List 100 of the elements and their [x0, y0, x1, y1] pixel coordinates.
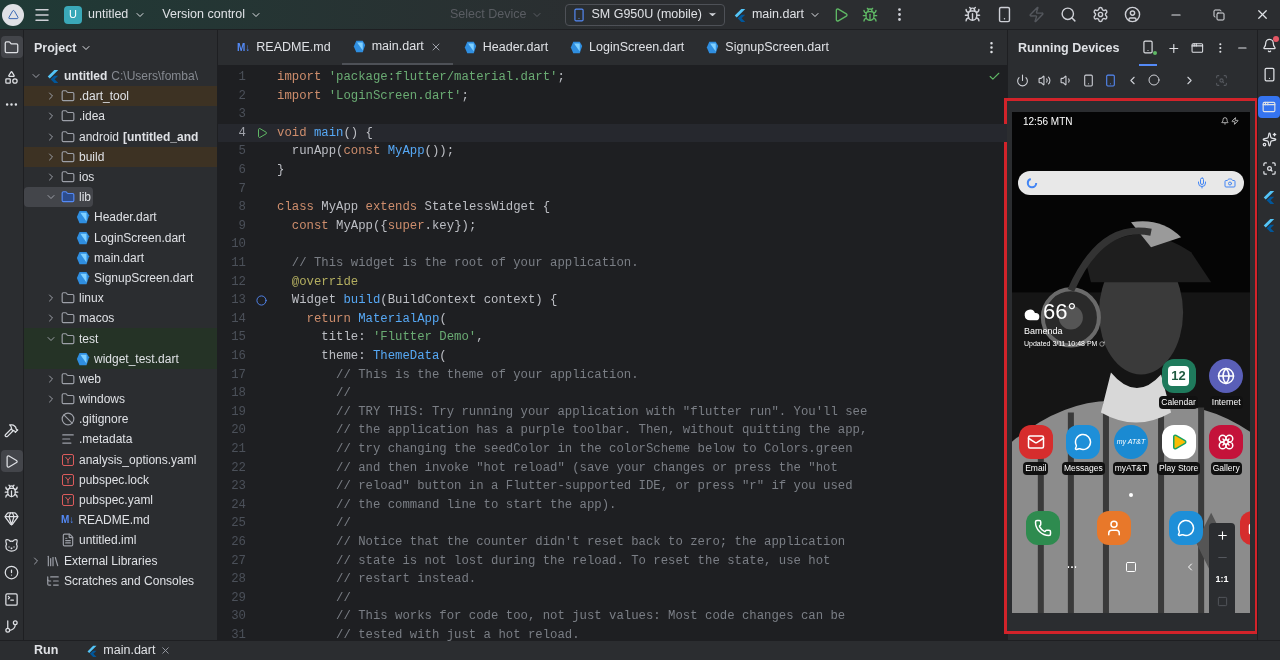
tree-item[interactable]: ios — [24, 166, 97, 188]
folder-icon — [61, 331, 75, 346]
dart-file-icon — [76, 210, 90, 225]
scratches-icon — [46, 573, 60, 588]
editor-tab[interactable]: main.dart — [341, 30, 453, 65]
tree-item[interactable]: External Libraries — [24, 550, 160, 571]
code-line: } — [277, 162, 285, 180]
item-label: Header.dart — [94, 209, 157, 227]
cat-icon[interactable] — [4, 538, 19, 553]
page-indicator — [1129, 492, 1133, 497]
tree-item[interactable]: android [untitled_and — [24, 126, 201, 147]
problems-icon[interactable] — [4, 565, 19, 580]
close-tab-icon[interactable] — [160, 645, 172, 656]
project-tool-button[interactable] — [0, 36, 23, 58]
item-label: LoginScreen.dart — [94, 229, 186, 247]
tree-item[interactable]: pubspec.yaml — [24, 489, 156, 511]
editor-tab[interactable]: M↓ README.md — [226, 30, 342, 65]
weather-icon — [1024, 307, 1040, 323]
close-icon[interactable] — [1255, 7, 1270, 22]
tree-item[interactable]: Header.dart — [24, 207, 159, 228]
panel-title[interactable]: Project — [34, 38, 77, 58]
phone-icon — [1141, 40, 1156, 54]
app-label: Calendar — [1159, 396, 1198, 409]
tree-item[interactable]: Scratches and Consoles — [24, 570, 197, 591]
tree-item[interactable]: main.dart — [24, 247, 147, 268]
temperature: 66° — [1043, 301, 1077, 323]
notifications-icon[interactable] — [1261, 38, 1277, 53]
code-line: // the command line to start the app). — [335, 496, 617, 514]
dart-file-icon — [76, 351, 90, 366]
tree-item[interactable]: .idea — [24, 106, 108, 127]
code-line: // This works for code too, not just values: Most code changes can be — [335, 608, 846, 626]
tree-item[interactable]: macos — [24, 308, 117, 329]
gem-icon[interactable] — [4, 511, 19, 526]
code-line: // state is not lost during the reload. To reset the state, use hot — [335, 552, 831, 570]
running-devices-tool-button[interactable] — [1258, 96, 1280, 118]
tree-item[interactable]: web — [24, 368, 103, 389]
device-dropdown[interactable]: SM G950U (mobile) — [565, 3, 725, 26]
hammer-icon[interactable] — [4, 423, 19, 438]
tree-item[interactable]: linux — [24, 288, 106, 309]
tree-item[interactable]: SignupScreen.dart — [24, 267, 196, 289]
item-label: .dart_tool — [79, 88, 130, 106]
item-label: .gitignore — [79, 411, 129, 429]
power-icon[interactable] — [1016, 73, 1029, 87]
item-label: widget_test.dart — [94, 350, 179, 368]
volume-up-icon[interactable] — [1038, 73, 1051, 87]
search-icon[interactable] — [1060, 6, 1077, 23]
home-icon[interactable] — [1148, 74, 1160, 86]
tree-item[interactable]: pubspec.lock — [24, 469, 152, 490]
terminal-icon[interactable] — [4, 592, 19, 607]
vcs-menu[interactable]: Version control — [162, 5, 262, 24]
run-gutter-icon[interactable] — [255, 127, 268, 140]
item-label: analysis_options.yaml — [79, 451, 197, 469]
git-icon[interactable] — [4, 619, 19, 634]
run-tab[interactable]: main.dart — [86, 641, 172, 660]
tree-item[interactable]: lib — [24, 187, 93, 208]
zoom-in-icon[interactable] — [1215, 529, 1229, 543]
tree-item[interactable]: windows — [24, 389, 128, 410]
run-config-dropdown[interactable]: main.dart — [732, 5, 821, 24]
debug-icon[interactable] — [4, 484, 19, 499]
refresh-icon[interactable] — [1099, 340, 1106, 347]
dart-file-icon — [463, 41, 477, 54]
editor-tab[interactable]: LoginScreen.dart — [559, 30, 696, 65]
settings-icon[interactable] — [1092, 6, 1109, 23]
device-manager-icon[interactable] — [996, 6, 1013, 23]
zoom-reset-button[interactable]: 1:1 — [1215, 573, 1229, 587]
line-number: 4 — [237, 124, 246, 142]
sparkle-icon[interactable] — [1261, 132, 1277, 147]
structure-icon[interactable] — [4, 70, 19, 85]
project-switcher[interactable]: U untitled — [64, 5, 147, 24]
item-label: README.md — [78, 512, 150, 530]
device-manager-icon[interactable] — [1261, 67, 1277, 82]
tree-item[interactable]: LoginScreen.dart — [24, 227, 188, 248]
search-bar[interactable] — [1018, 171, 1244, 195]
override-gutter-icon[interactable] — [256, 294, 267, 306]
folder-icon — [4, 39, 19, 55]
dart-file-icon — [570, 41, 584, 54]
restore-icon[interactable] — [1213, 8, 1225, 21]
tree-item[interactable]: .metadata — [24, 429, 135, 450]
run-tool-button[interactable] — [0, 450, 23, 472]
volume-down-icon[interactable] — [1060, 73, 1073, 87]
editor-tab[interactable]: Header.dart — [452, 30, 560, 65]
tree-item[interactable]: analysis_options.yaml — [24, 449, 199, 470]
editor-tab[interactable]: SignupScreen.dart — [695, 30, 840, 65]
inspector-icon[interactable] — [1261, 161, 1277, 176]
tree-item[interactable]: untitled.iml — [24, 530, 139, 551]
window-icon[interactable] — [1191, 41, 1204, 55]
run-panel-title: Run — [34, 642, 59, 660]
code-line: Widget build(BuildContext context) { — [290, 292, 558, 310]
account-icon[interactable] — [1124, 6, 1141, 23]
flutter-icon — [732, 7, 747, 22]
item-label: .idea — [79, 108, 106, 126]
tree-item[interactable]: M↓ README.md — [24, 510, 152, 531]
tree-item[interactable]: untitled C:\Users\fomba\ — [24, 66, 201, 87]
no-problems-icon — [988, 70, 1001, 83]
mic-icon[interactable] — [1196, 177, 1208, 189]
debug-icon[interactable] — [862, 6, 878, 23]
city-name: Bamenda — [1024, 325, 1064, 338]
tree-item[interactable]: .gitignore — [24, 409, 131, 430]
app-logo-icon[interactable] — [2, 3, 24, 26]
run-icon[interactable] — [833, 6, 849, 23]
